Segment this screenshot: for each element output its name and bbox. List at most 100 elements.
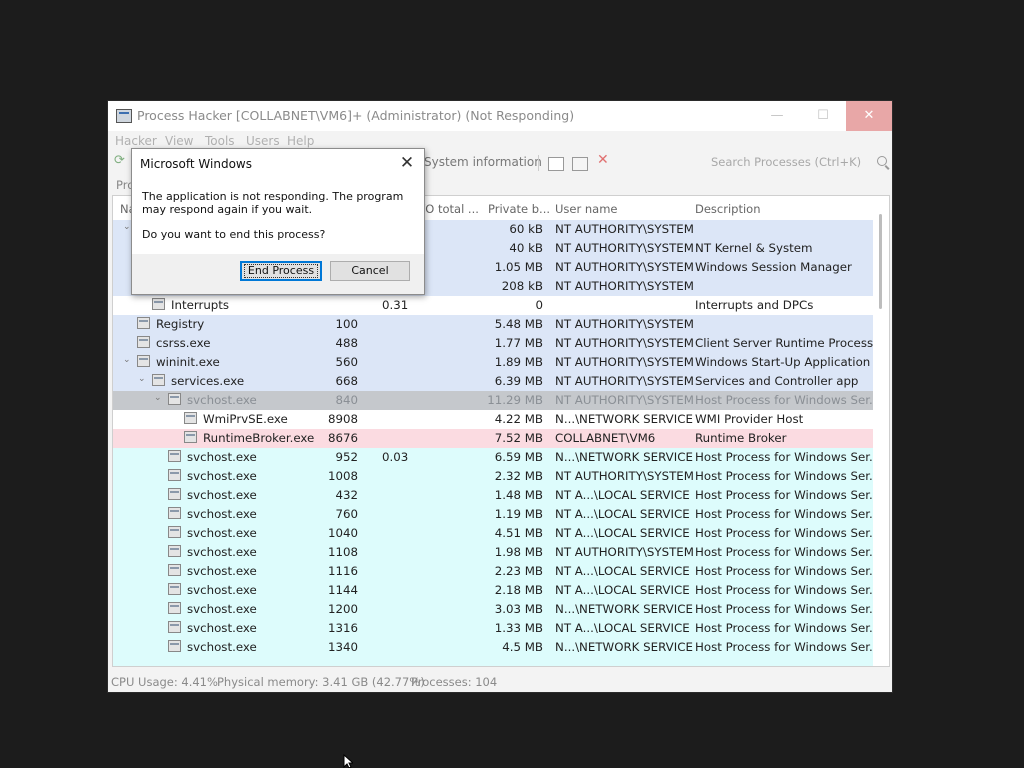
pid-cell: 952 [335, 450, 358, 464]
private-bytes-cell: 3.03 MB [494, 602, 543, 616]
vertical-scrollbar[interactable] [873, 196, 889, 666]
table-row[interactable]: Interrupts 0.31 0 Interrupts and DPCs [113, 296, 873, 315]
table-row[interactable]: svchost.exe 1340 4.5 MB N...\NETWORK SER… [113, 638, 873, 657]
pid-cell: 1116 [327, 564, 358, 578]
table-row[interactable]: svchost.exe 1144 2.18 MB NT A...\LOCAL S… [113, 581, 873, 600]
pid-cell: 488 [335, 336, 358, 350]
process-name-cell: services.exe [171, 374, 245, 388]
find-window-icon[interactable] [572, 157, 588, 171]
process-icon [168, 450, 181, 462]
description-cell: Windows Session Manager [695, 260, 852, 274]
process-icon [168, 621, 181, 633]
menu-hacker[interactable]: Hacker [115, 134, 157, 148]
private-bytes-cell: 1.77 MB [494, 336, 543, 350]
column-user-name[interactable]: User name [555, 202, 617, 216]
search-icon[interactable] [877, 156, 887, 166]
table-row[interactable]: WmiPrvSE.exe 8908 4.22 MB N...\NETWORK S… [113, 410, 873, 429]
private-bytes-cell: 4.22 MB [494, 412, 543, 426]
table-row[interactable]: RuntimeBroker.exe 8676 7.52 MB COLLABNET… [113, 429, 873, 448]
column-io-total[interactable]: I/O total ... [418, 202, 479, 216]
table-row[interactable]: svchost.exe 1200 3.03 MB N...\NETWORK SE… [113, 600, 873, 619]
process-icon [168, 602, 181, 614]
table-row[interactable]: ⌄ services.exe 668 6.39 MB NT AUTHORITY\… [113, 372, 873, 391]
refresh-icon[interactable]: ⟳ [114, 153, 128, 168]
user-name-cell: NT A...\LOCAL SERVICE [555, 488, 690, 502]
process-name-cell: svchost.exe [187, 450, 257, 464]
description-cell: NT Kernel & System [695, 241, 813, 255]
description-cell: Windows Start-Up Application [695, 355, 871, 369]
window-titlebar[interactable]: Process Hacker [COLLABNET\VM6]+ (Adminis… [108, 101, 892, 131]
table-row-selected[interactable]: ⌄ svchost.exe 840 11.29 MB NT AUTHORITY\… [113, 391, 873, 410]
process-hacker-icon [116, 109, 132, 123]
pid-cell: 760 [335, 507, 358, 521]
process-icon [168, 488, 181, 500]
process-icon [152, 298, 165, 310]
collapse-twisty-icon[interactable]: ⌄ [123, 222, 131, 232]
end-process-button[interactable]: End Process [240, 261, 322, 281]
scrollbar-thumb[interactable] [879, 214, 882, 309]
description-cell: Host Process for Windows Ser... [695, 564, 873, 578]
column-private-bytes[interactable]: Private b... [488, 202, 550, 216]
collapse-twisty-icon[interactable]: ⌄ [123, 355, 131, 365]
collapse-twisty-icon[interactable]: ⌄ [154, 393, 162, 403]
user-name-cell: NT AUTHORITY\SYSTEM [555, 222, 694, 236]
collapse-twisty-icon[interactable]: ⌄ [138, 374, 146, 384]
column-description[interactable]: Description [695, 202, 761, 216]
table-row[interactable]: svchost.exe 1008 2.32 MB NT AUTHORITY\SY… [113, 467, 873, 486]
process-icon [184, 431, 197, 443]
close-button[interactable]: ✕ [846, 101, 892, 131]
dialog-titlebar[interactable]: Microsoft Windows ✕ [132, 149, 424, 179]
table-row[interactable]: svchost.exe 1040 4.51 MB NT A...\LOCAL S… [113, 524, 873, 543]
user-name-cell: NT AUTHORITY\SYSTEM [555, 279, 694, 293]
cancel-button[interactable]: Cancel [330, 261, 410, 281]
pid-cell: 1108 [327, 545, 358, 559]
private-bytes-cell: 1.05 MB [494, 260, 543, 274]
window-title: Process Hacker [COLLABNET\VM6]+ (Adminis… [137, 108, 575, 123]
process-name-cell: RuntimeBroker.exe [203, 431, 315, 445]
process-name-cell: svchost.exe [187, 640, 257, 654]
table-row[interactable]: svchost.exe 760 1.19 MB NT A...\LOCAL SE… [113, 505, 873, 524]
private-bytes-cell: 208 kB [501, 279, 543, 293]
process-icon [152, 374, 165, 386]
process-name-cell: svchost.exe [187, 507, 257, 521]
system-information-button[interactable]: System information [424, 155, 542, 169]
private-bytes-cell: 1.48 MB [494, 488, 543, 502]
dialog-close-icon[interactable]: ✕ [396, 152, 418, 174]
cpu-cell: 0.31 [382, 298, 409, 312]
table-row[interactable]: svchost.exe 952 0.03 6.59 MB N...\NETWOR… [113, 448, 873, 467]
process-name-cell: svchost.exe [187, 564, 257, 578]
table-row[interactable]: svchost.exe 1116 2.23 MB NT A...\LOCAL S… [113, 562, 873, 581]
terminate-icon[interactable]: ✕ [597, 152, 611, 168]
menu-users[interactable]: Users [246, 134, 280, 148]
process-name-cell: svchost.exe [187, 583, 257, 597]
menu-help[interactable]: Help [287, 134, 314, 148]
process-icon [168, 640, 181, 652]
user-name-cell: NT AUTHORITY\SYSTEM [555, 260, 694, 274]
window-icon[interactable] [548, 157, 564, 171]
process-name-cell: svchost.exe [187, 488, 257, 502]
menu-tools[interactable]: Tools [205, 134, 235, 148]
process-count-status: Processes: 104 [411, 675, 498, 689]
private-bytes-cell: 6.59 MB [494, 450, 543, 464]
process-name-cell: svchost.exe [187, 602, 257, 616]
table-row[interactable]: ⌄ wininit.exe 560 1.89 MB NT AUTHORITY\S… [113, 353, 873, 372]
pid-cell: 100 [335, 317, 358, 331]
maximize-button[interactable]: ☐ [800, 101, 846, 131]
menu-view[interactable]: View [165, 134, 193, 148]
minimize-button[interactable]: — [754, 101, 800, 131]
user-name-cell: NT A...\LOCAL SERVICE [555, 507, 690, 521]
private-bytes-cell: 4.5 MB [502, 640, 543, 654]
table-row-partial[interactable] [113, 657, 873, 666]
table-row[interactable]: svchost.exe 432 1.48 MB NT A...\LOCAL SE… [113, 486, 873, 505]
user-name-cell: COLLABNET\VM6 [555, 431, 656, 445]
status-bar: CPU Usage: 4.41% Physical memory: 3.41 G… [108, 671, 892, 692]
search-input[interactable]: Search Processes (Ctrl+K) [711, 153, 889, 171]
process-name-cell: svchost.exe [187, 621, 257, 635]
description-cell: Host Process for Windows Ser... [695, 545, 873, 559]
table-row[interactable]: svchost.exe 1108 1.98 MB NT AUTHORITY\SY… [113, 543, 873, 562]
table-row[interactable]: Registry 100 5.48 MB NT AUTHORITY\SYSTEM [113, 315, 873, 334]
private-bytes-cell: 11.29 MB [487, 393, 543, 407]
table-row[interactable]: svchost.exe 1316 1.33 MB NT A...\LOCAL S… [113, 619, 873, 638]
table-row[interactable]: csrss.exe 488 1.77 MB NT AUTHORITY\SYSTE… [113, 334, 873, 353]
private-bytes-cell: 2.23 MB [494, 564, 543, 578]
